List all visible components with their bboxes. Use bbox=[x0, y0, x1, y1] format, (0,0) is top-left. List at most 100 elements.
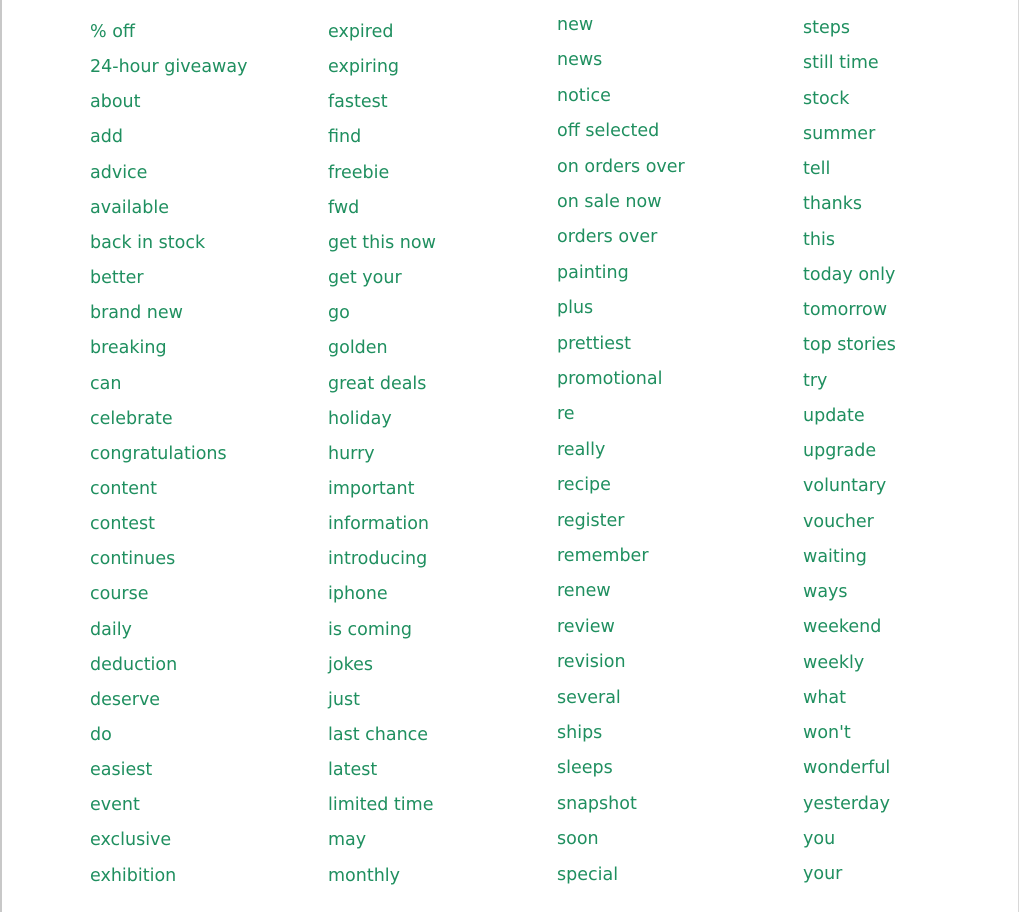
word-item: exclusive bbox=[90, 830, 172, 851]
word-item: recipe bbox=[557, 475, 611, 496]
word-item: golden bbox=[328, 338, 388, 359]
word-item: notice bbox=[557, 85, 611, 106]
word-item: back in stock bbox=[90, 232, 206, 253]
word-item: ships bbox=[557, 723, 603, 743]
word-item: weekly bbox=[803, 652, 865, 673]
word-item: exhibition bbox=[90, 865, 177, 886]
word-item: breaking bbox=[90, 338, 167, 359]
word-item: today only bbox=[803, 264, 896, 285]
word-item: do bbox=[90, 725, 112, 745]
word-item: may bbox=[328, 830, 367, 851]
word-item: stock bbox=[803, 88, 850, 109]
word-item: iphone bbox=[328, 584, 388, 605]
word-item: better bbox=[90, 268, 144, 289]
word-item: hurry bbox=[328, 443, 375, 464]
word-item: deserve bbox=[90, 689, 161, 710]
word-item: advice bbox=[90, 162, 148, 183]
word-item: on sale now bbox=[557, 192, 662, 212]
word-item: weekend bbox=[803, 617, 882, 638]
word-item: get this now bbox=[328, 232, 436, 253]
word-item: your bbox=[803, 864, 843, 884]
word-item: daily bbox=[90, 619, 132, 640]
word-item: on orders over bbox=[557, 156, 685, 177]
word-item: course bbox=[90, 584, 149, 605]
word-item: continues bbox=[90, 549, 176, 570]
word-item: brand new bbox=[90, 303, 183, 324]
word-item: % off bbox=[90, 22, 135, 42]
word-item: yesterday bbox=[803, 793, 890, 814]
word-item: introducing bbox=[328, 549, 428, 570]
word-item: expiring bbox=[328, 57, 400, 78]
word-item: what bbox=[803, 687, 846, 708]
word-item: you bbox=[803, 828, 836, 849]
word-item: information bbox=[328, 514, 430, 535]
word-item: is coming bbox=[328, 619, 412, 640]
word-item: sleeps bbox=[557, 758, 613, 779]
word-item: congratulations bbox=[90, 443, 227, 464]
word-item: upgrade bbox=[803, 441, 877, 461]
word-item: off selected bbox=[557, 121, 660, 142]
word-item: news bbox=[557, 50, 603, 71]
word-item: available bbox=[90, 197, 169, 218]
word-item: deduction bbox=[90, 654, 178, 675]
word-item: several bbox=[557, 687, 621, 708]
word-item: voucher bbox=[803, 511, 874, 532]
word-item: promotional bbox=[557, 369, 663, 389]
word-item: special bbox=[557, 864, 619, 885]
word-item: renew bbox=[557, 581, 611, 602]
word-item: steps bbox=[803, 18, 850, 38]
right-border bbox=[1018, 0, 1019, 912]
word-item: really bbox=[557, 439, 606, 460]
word-item: won't bbox=[803, 723, 851, 743]
word-item: waiting bbox=[803, 546, 867, 567]
word-item: easiest bbox=[90, 760, 153, 781]
word-item: re bbox=[557, 404, 575, 425]
left-border bbox=[0, 0, 2, 912]
word-item: get your bbox=[328, 268, 402, 289]
word-item: voluntary bbox=[803, 476, 887, 497]
word-item: new bbox=[557, 15, 594, 35]
word-item: review bbox=[557, 616, 615, 637]
word-item: celebrate bbox=[90, 408, 173, 429]
word-item: 24-hour giveaway bbox=[90, 57, 248, 78]
word-item: this bbox=[803, 229, 835, 250]
word-item: update bbox=[803, 405, 865, 426]
word-item: just bbox=[328, 689, 360, 710]
word-item: monthly bbox=[328, 865, 401, 886]
word-item: prettiest bbox=[557, 333, 632, 354]
word-item: tell bbox=[803, 159, 831, 179]
word-item: go bbox=[328, 303, 350, 324]
word-item: can bbox=[90, 373, 122, 394]
word-item: limited time bbox=[328, 795, 434, 816]
word-item: content bbox=[90, 478, 158, 499]
word-item: snapshot bbox=[557, 793, 637, 814]
word-item: jokes bbox=[328, 654, 373, 675]
word-item: plus bbox=[557, 298, 594, 319]
word-item: about bbox=[90, 92, 141, 113]
word-item: important bbox=[328, 478, 415, 499]
word-item: event bbox=[90, 795, 140, 816]
word-item: fastest bbox=[328, 92, 388, 113]
word-item: last chance bbox=[328, 725, 429, 745]
word-item: find bbox=[328, 127, 362, 148]
word-item: contest bbox=[90, 514, 156, 535]
word-item: orders over bbox=[557, 227, 658, 248]
word-item: summer bbox=[803, 123, 876, 144]
word-item: revision bbox=[557, 652, 626, 673]
word-item: tomorrow bbox=[803, 300, 888, 320]
word-item: fwd bbox=[328, 197, 360, 218]
word-item: painting bbox=[557, 262, 629, 283]
word-item: remember bbox=[557, 546, 649, 566]
word-item: soon bbox=[557, 829, 599, 850]
word-item: freebie bbox=[328, 162, 390, 183]
word-item: try bbox=[803, 370, 828, 391]
word-item: latest bbox=[328, 760, 378, 781]
word-item: wonderful bbox=[803, 758, 891, 779]
word-item: ways bbox=[803, 582, 848, 602]
word-item: register bbox=[557, 510, 625, 531]
word-item: thanks bbox=[803, 194, 863, 215]
word-item: still time bbox=[803, 53, 879, 74]
word-item: holiday bbox=[328, 408, 392, 429]
word-item: expired bbox=[328, 22, 394, 42]
word-item: add bbox=[90, 127, 123, 148]
